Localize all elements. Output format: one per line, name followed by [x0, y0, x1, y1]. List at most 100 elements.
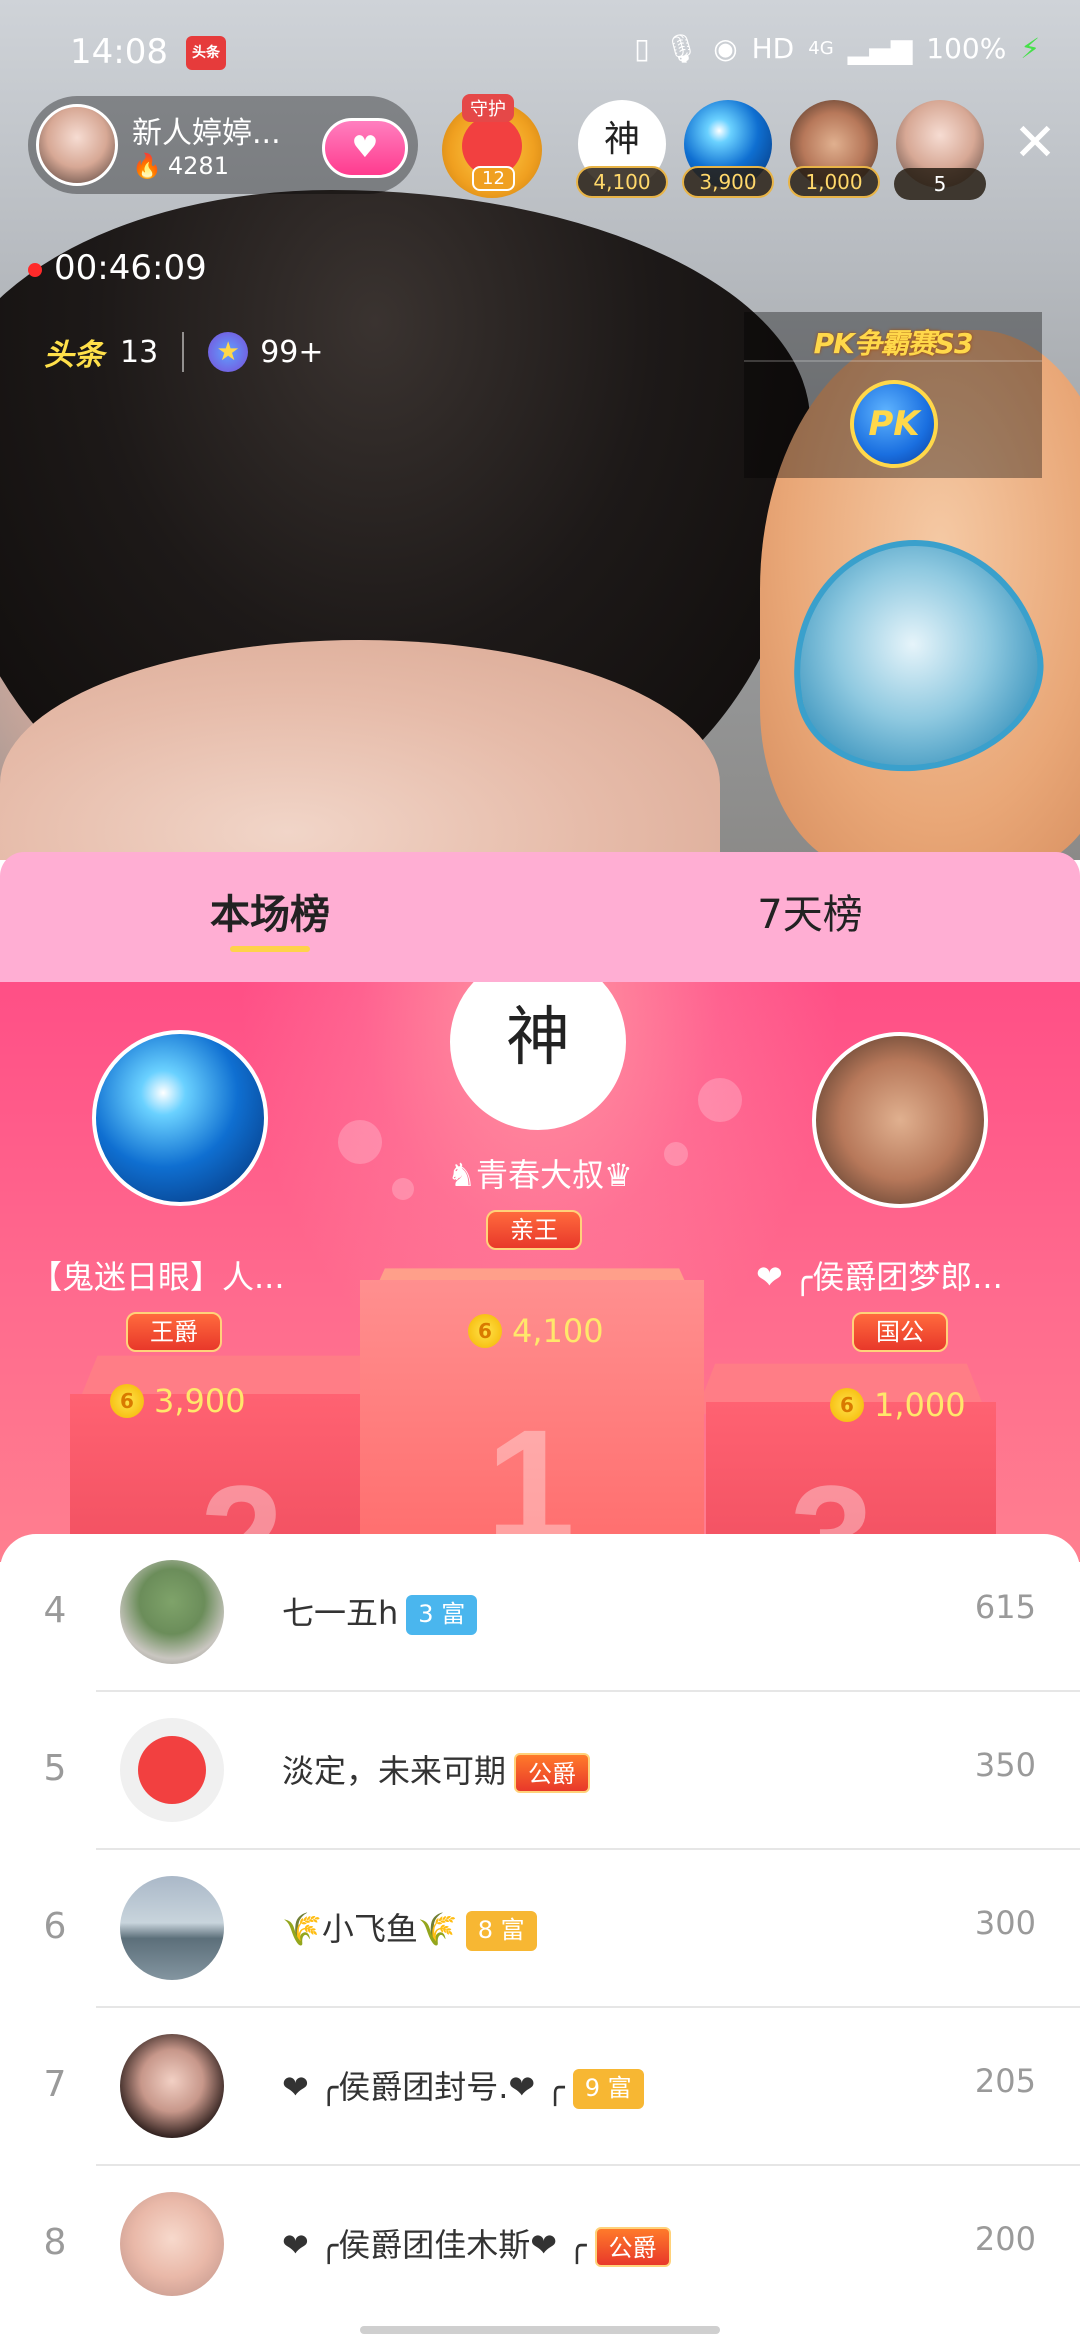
coin-icon: 6 — [468, 1314, 502, 1348]
heart-wings-icon: ♥ — [351, 130, 379, 165]
status-time: 14:08 — [70, 32, 168, 72]
hot-value-text: 4281 — [167, 152, 229, 180]
viewer-count: 5 — [894, 168, 986, 200]
wealth-badge: 9 富 — [572, 2069, 644, 2109]
user-avatar[interactable] — [120, 1876, 224, 1980]
third-place-amount: 6 1,000 — [830, 1386, 966, 1424]
user-name-text: 淡定，未来可期 — [282, 1752, 507, 1790]
status-indicators: ▯ 🎙 ◉ HD 4G ▂▄▆ 100% ⚡ — [634, 32, 1040, 65]
guard-badge[interactable]: 守护 12 — [438, 94, 546, 198]
user-name: 七一五h 3 富 — [282, 1588, 478, 1635]
hd-indicator: HD — [751, 32, 795, 65]
first-place-badge: 亲王 — [486, 1210, 582, 1250]
amount-text: 4,100 — [512, 1312, 604, 1350]
third-place-name: ❤ ╭侯爵团梦郎... — [756, 1258, 1003, 1296]
pk-panel[interactable]: PK争霸赛S3 PK — [744, 312, 1042, 478]
timer-text: 00:46:09 — [54, 248, 207, 288]
home-indicator[interactable] — [360, 2326, 720, 2334]
user-score: 350 — [974, 1746, 1036, 1784]
user-avatar[interactable] — [120, 1560, 224, 1664]
stats-row: 头条 13 ★ 99+ — [44, 330, 324, 374]
user-name: 淡定，未来可期 公爵 — [282, 1746, 591, 1793]
user-avatar[interactable] — [120, 2192, 224, 2296]
second-place-badge: 王爵 — [126, 1312, 222, 1352]
close-icon[interactable]: ✕ — [1010, 117, 1060, 169]
status-bar: 14:08 头条 ▯ 🎙 ◉ HD 4G ▂▄▆ 100% ⚡ — [0, 0, 1080, 100]
coin-icon: 6 — [110, 1384, 144, 1418]
wealth-badge: 8 富 — [465, 1911, 537, 1951]
list-item[interactable]: 6 🌾小飞鱼🌾 8 富 300 — [0, 1850, 1080, 2008]
user-score: 200 — [974, 2220, 1036, 2258]
viewer-amount: 3,900 — [682, 166, 774, 198]
noble-badge: 公爵 — [594, 2227, 671, 2267]
star-count: 99+ — [260, 334, 324, 370]
host-name: 新人婷婷... — [132, 116, 281, 151]
third-place-avatar[interactable] — [812, 1032, 988, 1208]
rank-number: 5 — [43, 1748, 67, 1789]
toutiao-app-icon: 头条 — [186, 36, 226, 70]
user-name: ❤ ╭侯爵团封号.❤ ╭ 9 富 — [282, 2062, 644, 2109]
top-viewer-1[interactable]: 神 4,100 — [576, 100, 668, 200]
second-place-avatar[interactable] — [92, 1030, 268, 1206]
rank-number: 7 — [43, 2064, 67, 2105]
second-place-name: 【鬼迷日眼】人... — [30, 1258, 285, 1296]
user-avatar[interactable] — [120, 1718, 224, 1822]
pk-button[interactable]: PK — [850, 380, 938, 468]
guard-label: 守护 — [462, 94, 514, 122]
recording-dot-icon — [28, 262, 42, 277]
viewer-amount: 4,100 — [576, 166, 668, 198]
rank-number: 8 — [43, 2222, 67, 2263]
list-item[interactable]: 7 ❤ ╭侯爵团封号.❤ ╭ 9 富 205 — [0, 2008, 1080, 2166]
first-place-name: ♞青春大叔♛ — [447, 1156, 633, 1194]
user-name-text: ❤ ╭侯爵团封号.❤ ╭ — [282, 2068, 565, 2106]
charging-icon: ⚡ — [1020, 32, 1040, 65]
toutiao-logo-icon: 头条 — [44, 338, 104, 373]
tab-seven-day[interactable]: 7天榜 — [540, 882, 1080, 940]
flame-icon: 🔥 — [132, 152, 162, 180]
camera-icon: ◉ — [713, 32, 738, 65]
battery-level: 100% — [926, 32, 1007, 65]
wealth-badge: 3 富 — [406, 1595, 478, 1635]
user-name: ❤ ╭侯爵团佳木斯❤ ╭ 公爵 — [282, 2220, 671, 2267]
user-name-text: 七一五h — [282, 1594, 399, 1632]
tab-current-session[interactable]: 本场榜 — [0, 882, 540, 940]
user-name-text: 🌾小飞鱼🌾 — [282, 1910, 458, 1948]
top-viewer-3[interactable]: 1,000 — [788, 100, 880, 200]
user-score: 205 — [974, 2062, 1036, 2100]
podium: 1 2 3 神 ♞青春大叔♛ 亲王 6 4,100 【鬼迷日眼】人... 王爵 6… — [0, 982, 1080, 1562]
ranking-tabs: 本场榜 7天榜 — [0, 852, 1080, 982]
list-item[interactable]: 8 ❤ ╭侯爵团佳木斯❤ ╭ 公爵 200 — [0, 2166, 1080, 2324]
active-tab-indicator — [230, 946, 310, 952]
user-name-text: ❤ ╭侯爵团佳木斯❤ ╭ — [282, 2226, 587, 2264]
ranking-list[interactable]: 4 七一五h 3 富 615 5 淡定，未来可期 公爵 350 6 🌾小飞鱼🌾 8 富… — [0, 1534, 1080, 2340]
stats-divider — [182, 332, 185, 372]
first-place-amount: 6 4,100 — [468, 1312, 604, 1350]
list-item[interactable]: 4 七一五h 3 富 615 — [0, 1534, 1080, 1692]
amount-text: 3,900 — [154, 1382, 246, 1420]
decor-bubble — [698, 1078, 742, 1122]
signal-icon: ▂▄▆ — [847, 32, 913, 65]
rank-number: 6 — [43, 1906, 67, 1947]
user-score: 300 — [974, 1904, 1036, 1942]
mic-icon: 🎙 — [663, 32, 700, 65]
live-timer: 00:46:09 — [28, 248, 207, 288]
second-place-amount: 6 3,900 — [110, 1382, 246, 1420]
viewer-amount: 1,000 — [788, 166, 880, 198]
pk-divider — [744, 360, 1042, 362]
amount-text: 1,000 — [874, 1386, 966, 1424]
guard-count: 12 — [472, 166, 515, 191]
vibrate-icon: ▯ — [634, 32, 650, 65]
follow-button[interactable]: ♥ — [322, 118, 408, 178]
third-place-badge: 国公 — [852, 1312, 948, 1352]
list-item[interactable]: 5 淡定，未来可期 公爵 350 — [0, 1692, 1080, 1850]
top-viewer-2[interactable]: 3,900 — [682, 100, 774, 200]
user-avatar[interactable] — [120, 2034, 224, 2138]
star-icon: ★ — [208, 332, 249, 372]
host-hot-value: 🔥 4281 — [132, 152, 229, 180]
user-name: 🌾小飞鱼🌾 8 富 — [282, 1904, 537, 1951]
rank-number: 4 — [43, 1590, 67, 1631]
host-avatar[interactable] — [36, 104, 118, 186]
toutiao-count: 13 — [120, 334, 159, 370]
user-score: 615 — [974, 1588, 1036, 1626]
network-indicator: 4G — [808, 38, 834, 59]
